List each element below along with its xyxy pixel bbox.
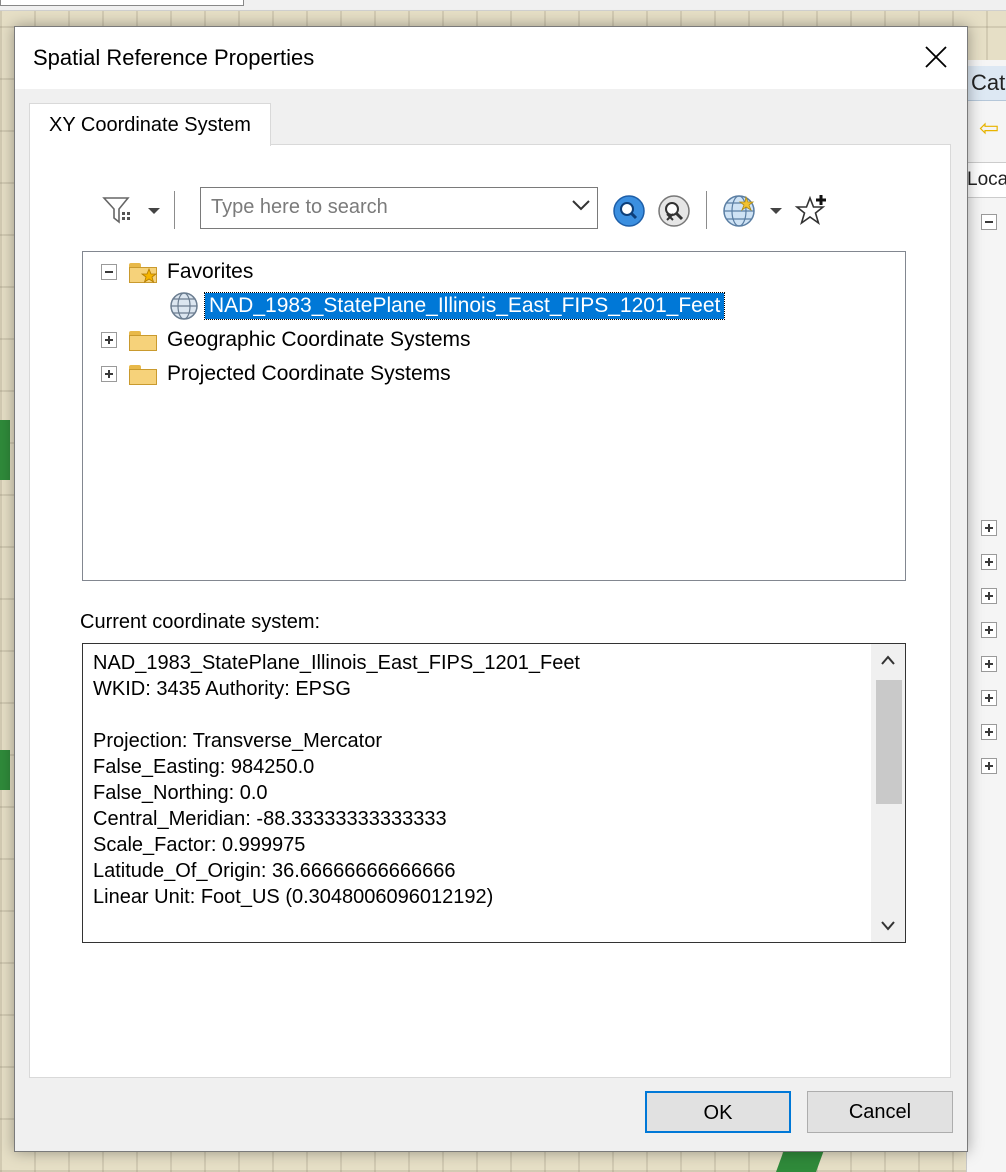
current-coordinate-system-details: NAD_1983_StatePlane_Illinois_East_FIPS_1… [82, 643, 906, 943]
add-favorite-icon[interactable] [794, 193, 830, 229]
scrollbar-thumb[interactable] [876, 680, 902, 804]
collapse-icon[interactable] [981, 214, 997, 230]
dialog-title: Spatial Reference Properties [33, 45, 315, 70]
search-input[interactable] [201, 188, 581, 226]
tree-label-favorites: Favorites [167, 260, 254, 283]
map-feature [0, 750, 10, 790]
catalog-panel: Cat ⇦ Loca [966, 60, 1006, 1172]
globe-icon[interactable] [722, 193, 758, 229]
ok-button[interactable]: OK [645, 1091, 791, 1133]
tree-label-selected-item[interactable]: NAD_1983_StatePlane_Illinois_East_FIPS_1… [203, 292, 726, 320]
close-icon [925, 46, 947, 68]
catalog-location-label: Loca [967, 162, 1006, 198]
toolbar-separator [174, 191, 175, 229]
search-box [200, 187, 598, 229]
app-toolbar-field[interactable] [0, 0, 244, 6]
close-button[interactable] [905, 27, 967, 87]
favorites-folder-icon [129, 261, 157, 283]
tree-label-projected: Projected Coordinate Systems [167, 362, 451, 385]
spatial-reference-dialog: Spatial Reference Properties XY Coordina… [14, 26, 968, 1152]
expand-icon[interactable] [981, 588, 997, 604]
expand-icon[interactable] [981, 622, 997, 638]
tab-xy-coordinate-system[interactable]: XY Coordinate System [29, 103, 271, 146]
dropdown-arrow-icon[interactable] [146, 193, 162, 229]
folder-icon [129, 329, 157, 351]
expand-icon[interactable] [981, 656, 997, 672]
coordinate-system-details-text: NAD_1983_StatePlane_Illinois_East_FIPS_1… [93, 652, 580, 908]
folder-icon [129, 363, 157, 385]
search-icon[interactable] [612, 193, 646, 229]
toolbar-separator [706, 191, 707, 229]
tree-node-favorite-item[interactable]: NAD_1983_StatePlane_Illinois_East_FIPS_1… [169, 290, 726, 322]
back-arrow-icon[interactable]: ⇦ [979, 114, 999, 143]
expand-icon[interactable] [981, 520, 997, 536]
filter-icon[interactable] [102, 193, 136, 229]
scroll-down-icon[interactable] [871, 910, 905, 942]
catalog-tree [981, 520, 997, 792]
dropdown-arrow-icon[interactable] [768, 193, 784, 229]
cancel-button[interactable]: Cancel [807, 1091, 953, 1133]
search-toolbar [90, 185, 850, 235]
expand-icon[interactable] [101, 332, 117, 348]
app-toolbar [0, 0, 1006, 11]
clear-search-icon[interactable] [656, 193, 692, 229]
expand-icon[interactable] [981, 758, 997, 774]
chevron-down-icon[interactable] [571, 198, 591, 217]
expand-icon[interactable] [101, 366, 117, 382]
collapse-icon[interactable] [101, 264, 117, 280]
tree-node-geographic[interactable]: Geographic Coordinate Systems [101, 324, 471, 356]
current-coordinate-system-label: Current coordinate system: [80, 611, 321, 633]
tree-node-projected[interactable]: Projected Coordinate Systems [101, 358, 451, 390]
catalog-tab[interactable]: Cat [967, 66, 1006, 101]
title-bar: Spatial Reference Properties [15, 27, 967, 89]
map-feature [0, 420, 10, 480]
details-scrollbar[interactable] [871, 644, 905, 942]
map-feature [775, 1150, 825, 1172]
expand-icon[interactable] [981, 554, 997, 570]
expand-icon[interactable] [981, 690, 997, 706]
tab-panel: Favorites NAD_1983_StatePlane_Illinois_E… [29, 144, 951, 1078]
expand-icon[interactable] [981, 724, 997, 740]
scroll-up-icon[interactable] [871, 644, 905, 676]
tree-node-favorites[interactable]: Favorites [101, 256, 253, 288]
globe-icon [170, 292, 198, 320]
tree-label-geographic: Geographic Coordinate Systems [167, 328, 471, 351]
coordinate-system-tree: Favorites NAD_1983_StatePlane_Illinois_E… [82, 251, 906, 581]
